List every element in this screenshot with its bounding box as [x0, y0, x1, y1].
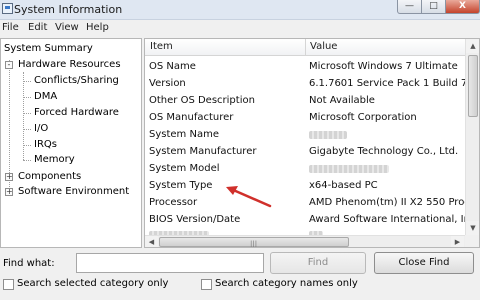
list-header: Item Value	[145, 39, 465, 56]
vertical-scroll-thumb[interactable]	[468, 55, 478, 117]
details-list[interactable]: Item Value OS Name Microsoft Windows 7 U…	[144, 38, 480, 248]
menu-edit[interactable]: Edit	[28, 22, 47, 33]
value-cell: Award Software International, Inc	[309, 214, 465, 225]
vertical-scrollbar[interactable]: ▲ ▼	[465, 39, 479, 235]
search-category-names-checkbox[interactable]	[201, 279, 212, 290]
value-cell: Microsoft Windows 7 Ultimate	[309, 61, 458, 72]
expand-icon[interactable]: +	[5, 188, 13, 196]
table-row[interactable]: System Type x64-based PC	[145, 178, 465, 195]
system-info-icon	[2, 3, 13, 14]
tree-item-software-environment[interactable]: Software Environment	[18, 185, 129, 199]
item-cell: System Name	[149, 129, 219, 140]
tree-item-irqs[interactable]: IRQs	[34, 138, 57, 152]
search-category-names-label[interactable]: Search category names only	[215, 278, 358, 289]
search-selected-category-checkbox[interactable]	[3, 279, 14, 290]
table-row[interactable]: Other OS Description Not Available	[145, 93, 465, 110]
value-cell: AMD Phenom(tm) II X2 550 Proce	[309, 197, 465, 208]
value-cell: x64-based PC	[309, 180, 378, 191]
window-title: System Information	[14, 3, 123, 16]
horizontal-scrollbar[interactable]: ◀ ||| ▶	[145, 235, 465, 247]
tree-item-components[interactable]: Components	[18, 170, 81, 184]
table-row[interactable]: OS Name Microsoft Windows 7 Ultimate	[145, 59, 465, 76]
column-divider[interactable]	[305, 39, 306, 56]
close-button[interactable]: X	[445, 0, 480, 14]
value-cell: Microsoft Corporation	[309, 112, 417, 123]
redacted-value	[309, 129, 465, 142]
close-find-button[interactable]: Close Find	[374, 252, 474, 274]
item-cell: OS Name	[149, 61, 196, 72]
table-row[interactable]: Processor AMD Phenom(tm) II X2 550 Proce	[145, 195, 465, 212]
tree-item-memory[interactable]: Memory	[34, 153, 75, 167]
horizontal-scroll-thumb[interactable]: |||	[159, 237, 349, 247]
table-row[interactable]: Version 6.1.7601 Service Pack 1 Build 76…	[145, 76, 465, 93]
item-cell: System Manufacturer	[149, 146, 257, 157]
value-cell: Not Available	[309, 95, 375, 106]
item-cell: BIOS Version/Date	[149, 214, 241, 225]
menu-view[interactable]: View	[55, 22, 79, 33]
scroll-right-icon[interactable]: ▶	[451, 236, 464, 247]
search-selected-category-label[interactable]: Search selected category only	[17, 278, 168, 289]
find-what-label: Find what:	[3, 258, 55, 269]
scroll-up-icon[interactable]: ▲	[466, 39, 479, 53]
table-row[interactable]: System Name	[145, 127, 465, 144]
item-cell: Other OS Description	[149, 95, 255, 106]
scrollbar-corner	[465, 235, 479, 247]
collapse-icon[interactable]: -	[5, 61, 13, 69]
value-cell: 6.1.7601 Service Pack 1 Build 760	[309, 78, 465, 89]
scroll-left-icon[interactable]: ◀	[145, 236, 158, 247]
find-what-input[interactable]	[76, 253, 264, 273]
title-bar: System Information — □ X	[0, 0, 480, 20]
item-cell: Version	[149, 78, 186, 89]
column-header-item[interactable]: Item	[150, 41, 173, 52]
menu-file[interactable]: File	[2, 22, 19, 33]
tree-item-hardware-resources[interactable]: Hardware Resources	[18, 58, 121, 72]
item-cell: System Model	[149, 163, 220, 174]
tree-item-io[interactable]: I/O	[34, 122, 48, 136]
value-cell: Gigabyte Technology Co., Ltd.	[309, 146, 459, 157]
tree-item-dma[interactable]: DMA	[34, 90, 57, 104]
table-row[interactable]: BIOS Version/Date Award Software Interna…	[145, 212, 465, 229]
category-tree[interactable]: System Summary - Hardware Resources Conf…	[0, 38, 142, 248]
system-information-window: System Information — □ X File Edit View …	[0, 0, 480, 300]
item-cell: OS Manufacturer	[149, 112, 234, 123]
annotation-arrow-icon	[226, 186, 272, 208]
redacted-value	[309, 163, 465, 176]
minimize-button[interactable]: —	[397, 0, 422, 14]
table-row[interactable]: System Manufacturer Gigabyte Technology …	[145, 144, 465, 161]
column-header-value[interactable]: Value	[310, 41, 337, 52]
tree-item-forced-hardware[interactable]: Forced Hardware	[34, 106, 119, 120]
menu-bar: File Edit View Help	[0, 20, 480, 36]
menu-help[interactable]: Help	[86, 22, 109, 33]
tree-item-conflicts-sharing[interactable]: Conflicts/Sharing	[34, 74, 119, 88]
expand-icon[interactable]: +	[5, 173, 13, 181]
tree-item-system-summary[interactable]: System Summary	[4, 42, 93, 56]
find-button[interactable]: Find	[270, 252, 366, 274]
maximize-button[interactable]: □	[421, 0, 446, 14]
table-row[interactable]: System Model	[145, 161, 465, 178]
scroll-down-icon[interactable]: ▼	[466, 221, 479, 235]
table-row[interactable]: OS Manufacturer Microsoft Corporation	[145, 110, 465, 127]
